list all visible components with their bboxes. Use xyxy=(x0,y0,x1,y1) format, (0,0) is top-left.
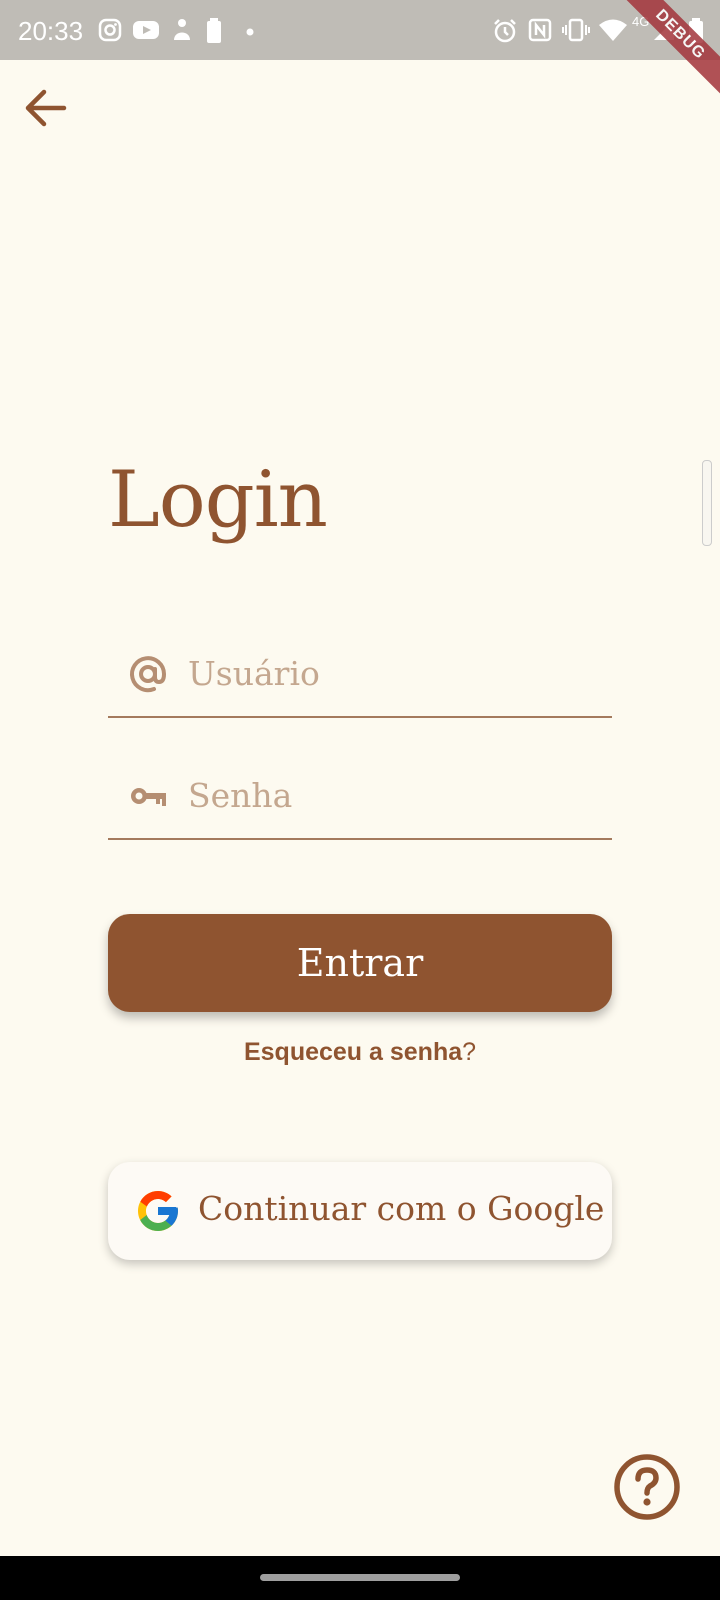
arrow-back-icon[interactable] xyxy=(20,82,72,134)
instagram-icon xyxy=(98,18,122,42)
app-icon xyxy=(174,19,190,40)
forgot-password-link[interactable]: Esqueceu a senha xyxy=(244,1038,462,1066)
navigation-bar xyxy=(0,1556,720,1600)
forgot-password: Esqueceu a senha? xyxy=(0,1038,720,1067)
status-bar: 20:33 4G DEBUG xyxy=(0,0,720,101)
google-icon xyxy=(138,1191,178,1231)
username-field[interactable]: Usuário xyxy=(108,630,612,718)
google-signin-label: Continuar com o Google xyxy=(198,1189,605,1228)
scrollbar[interactable] xyxy=(702,460,712,546)
forgot-password-suffix: ? xyxy=(462,1038,477,1066)
debug-banner: DEBUG xyxy=(614,0,720,101)
nfc-icon xyxy=(528,18,552,42)
status-time: 20:33 xyxy=(18,16,84,46)
help-circle-icon[interactable] xyxy=(612,1452,682,1522)
vibrate-icon xyxy=(562,18,590,42)
login-button[interactable]: Entrar xyxy=(108,914,612,1012)
alarm-icon xyxy=(494,19,516,43)
password-placeholder: Senha xyxy=(188,776,293,815)
youtube-icon xyxy=(133,21,159,39)
dot-icon xyxy=(246,28,254,36)
login-button-label: Entrar xyxy=(296,941,424,985)
at-sign-icon xyxy=(130,656,167,693)
home-gesture-handle[interactable] xyxy=(260,1574,460,1581)
page-title: Login xyxy=(108,455,328,545)
username-placeholder: Usuário xyxy=(188,654,320,693)
key-icon xyxy=(131,788,166,806)
password-field[interactable]: Senha xyxy=(108,752,612,840)
wifi-icon xyxy=(599,19,627,41)
google-signin-button[interactable]: Continuar com o Google xyxy=(108,1162,612,1260)
battery-icon xyxy=(207,18,221,43)
